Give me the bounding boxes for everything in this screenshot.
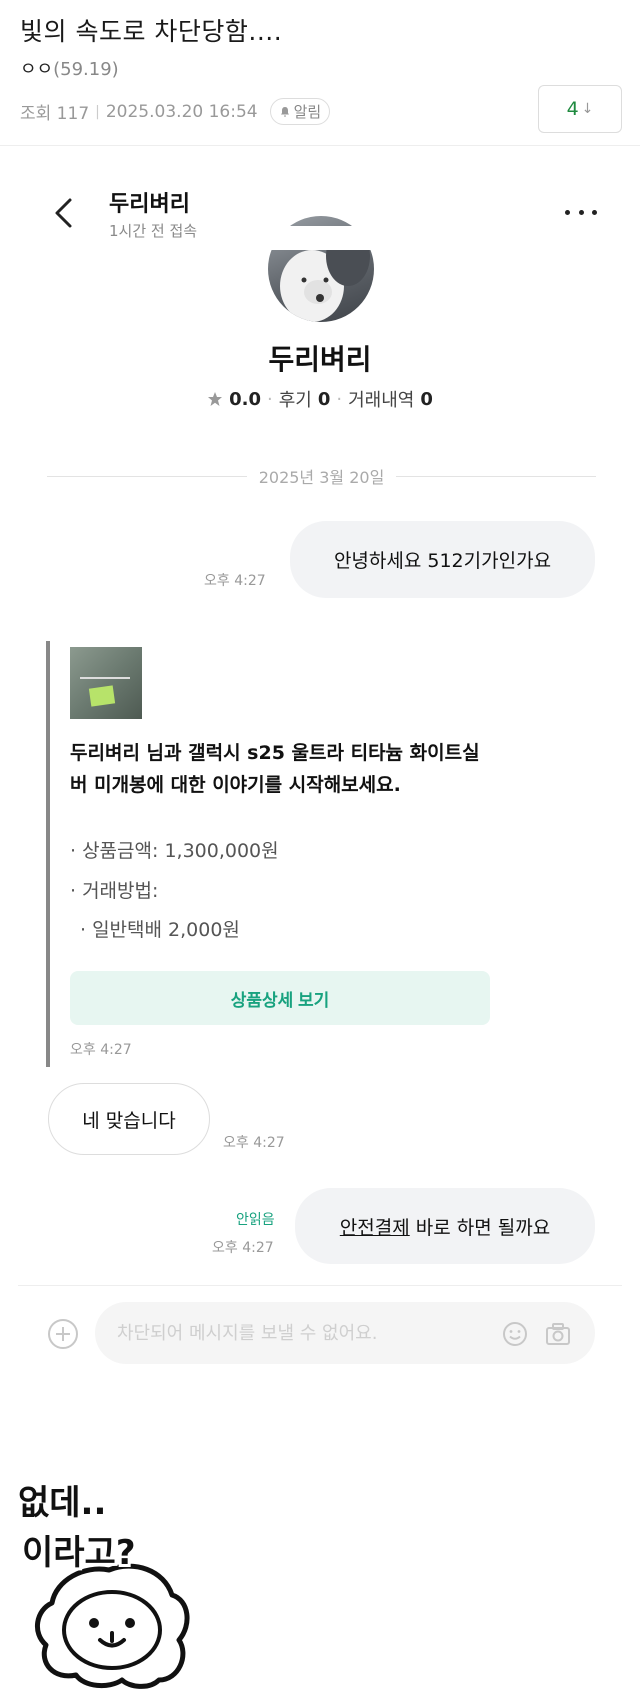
message-time: 오후 4:27 xyxy=(70,1042,132,1058)
post-author: ㅇㅇ(59.19) xyxy=(20,55,119,81)
more-options-icon[interactable] xyxy=(565,205,597,219)
view-count: 조회 117 xyxy=(20,104,90,124)
message-text: 바로 하면 될까요 xyxy=(409,1216,551,1239)
message-bubble-incoming: 네 맞습니다 xyxy=(48,1083,210,1155)
date-divider: 2025년 3월 20일 xyxy=(47,464,596,488)
meta-separator: | xyxy=(95,103,100,120)
product-shipping: · 일반택배 2,000원 xyxy=(80,919,240,941)
message-time: 오후 4:27 xyxy=(212,1240,274,1256)
comment-count: 4 xyxy=(566,98,579,120)
plus-icon[interactable] xyxy=(47,1318,79,1350)
divider xyxy=(0,145,640,146)
alarm-button[interactable]: 알림 xyxy=(269,98,331,125)
message-time: 오후 4:27 xyxy=(204,573,266,589)
message-time: 오후 4:27 xyxy=(223,1135,285,1151)
trades-count: 0 xyxy=(420,388,433,410)
unread-label: 안읽음 xyxy=(236,1212,275,1228)
camera-icon[interactable] xyxy=(545,1321,571,1347)
rating-value: 0.0 xyxy=(229,388,261,410)
message-text: 네 맞습니다 xyxy=(82,1109,176,1132)
profile-stats: 0.0 · 후기 0 · 거래내역 0 xyxy=(0,386,640,412)
date-divider-text: 2025년 3월 20일 xyxy=(258,468,385,487)
product-description: 두리벼리 님과 갤럭시 s25 울트라 티타늄 화이트실버 미개봉에 대한 이야… xyxy=(70,742,480,796)
back-arrow-icon[interactable] xyxy=(52,196,76,230)
product-detail-button[interactable]: 상품상세 보기 xyxy=(70,971,490,1025)
alarm-label: 알림 xyxy=(293,103,322,121)
chat-partner-name: 두리벼리 xyxy=(109,192,190,217)
post-title: 빛의 속도로 차단당함.... xyxy=(20,17,283,46)
emoji-icon[interactable] xyxy=(502,1321,528,1347)
product-method: · 거래방법: xyxy=(70,880,159,902)
safe-payment-link[interactable]: 안전결제 xyxy=(340,1213,410,1240)
author-score: (59.19) xyxy=(53,59,119,80)
reviews-label: 후기 xyxy=(278,390,312,411)
author-name: ㅇㅇ xyxy=(20,59,54,80)
sticker-text-line2: 이라고? xyxy=(22,1533,136,1573)
message-bubble-outgoing: 안녕하세요 512기가인가요 xyxy=(290,521,595,598)
sticker-text-line1: 없데.. xyxy=(18,1483,107,1523)
reviews-count: 0 xyxy=(317,388,331,410)
header-shadow xyxy=(260,226,390,250)
message-text: 안녕하세요 512기가인가요 xyxy=(333,550,552,572)
message-bubble-outgoing: 안전결제 바로 하면 될까요 xyxy=(295,1188,595,1264)
post-date: 2025.03.20 16:54 xyxy=(105,101,258,122)
product-thumbnail[interactable] xyxy=(70,647,142,719)
arrow-down-icon: ↓ xyxy=(581,101,594,117)
product-card: 두리벼리 님과 갤럭시 s25 울트라 티타늄 화이트실버 미개봉에 대한 이야… xyxy=(46,641,496,1067)
product-price: · 상품금액: 1,300,000원 xyxy=(70,840,279,862)
post-meta: 조회 117 | 2025.03.20 16:54 알림 xyxy=(20,98,331,125)
divider xyxy=(18,1285,622,1286)
chat-partner-status: 1시간 전 접속 xyxy=(109,222,198,240)
profile-name: 두리벼리 xyxy=(268,343,372,376)
trades-label: 거래내역 xyxy=(348,390,415,411)
sticker: 없데.. 이라고? xyxy=(14,1475,204,1690)
star-icon xyxy=(208,392,223,406)
bell-icon xyxy=(280,106,289,117)
comment-count-button[interactable]: 4 ↓ xyxy=(538,85,622,133)
